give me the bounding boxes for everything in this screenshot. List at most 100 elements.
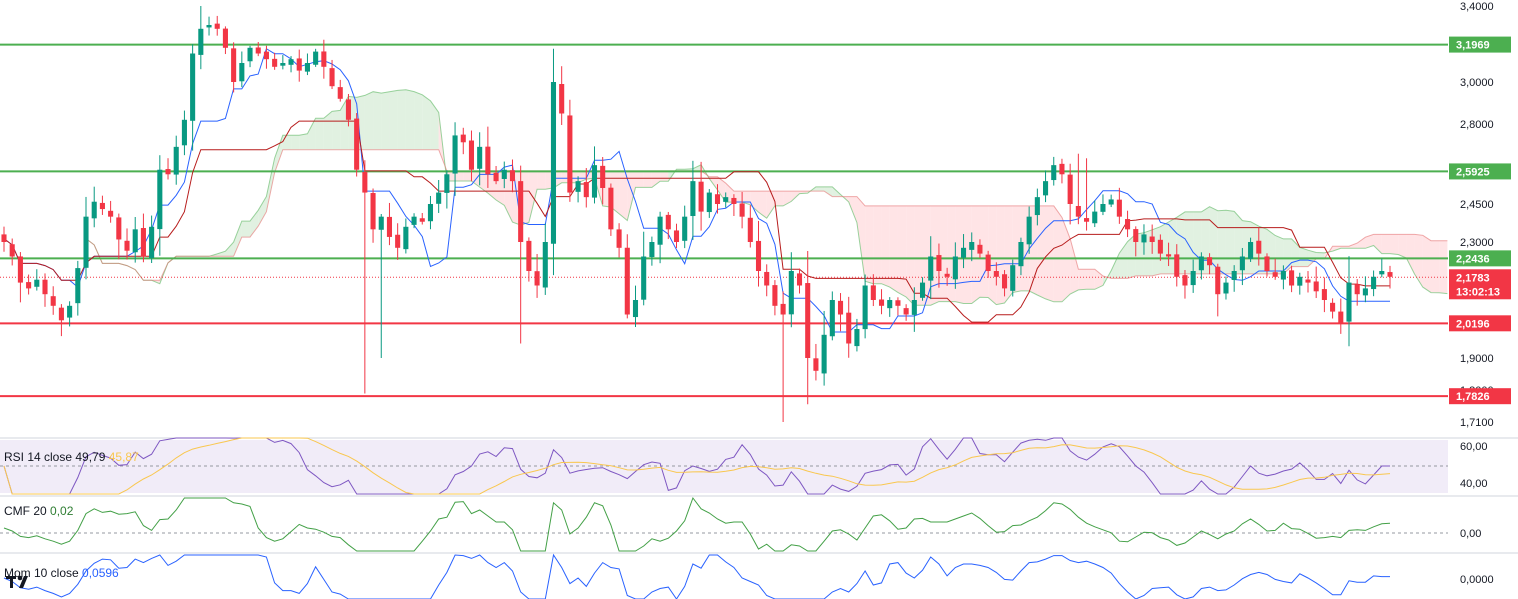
candle[interactable]	[190, 44, 196, 151]
candle[interactable]	[550, 48, 557, 276]
candle[interactable]	[887, 297, 893, 317]
candle[interactable]	[42, 273, 48, 307]
candle[interactable]	[296, 49, 302, 82]
candle[interactable]	[1297, 272, 1303, 295]
candle[interactable]	[50, 286, 56, 315]
candle[interactable]	[1362, 276, 1368, 303]
candle[interactable]	[624, 234, 630, 319]
candle[interactable]	[329, 59, 335, 90]
candle[interactable]	[772, 280, 778, 316]
candle[interactable]	[846, 296, 852, 358]
candle[interactable]	[796, 268, 803, 294]
candle[interactable]	[1330, 298, 1336, 319]
candle[interactable]	[83, 196, 89, 280]
candle[interactable]	[764, 264, 770, 297]
candle[interactable]	[632, 285, 639, 328]
candle[interactable]	[165, 158, 171, 180]
candle[interactable]	[444, 170, 450, 209]
candle[interactable]	[747, 205, 753, 248]
candle[interactable]	[1379, 258, 1385, 278]
candle[interactable]	[559, 66, 565, 125]
candle[interactable]	[132, 217, 138, 263]
candle[interactable]	[673, 223, 680, 249]
candle[interactable]	[657, 211, 663, 264]
candle[interactable]	[222, 26, 228, 55]
tradingview-logo-icon[interactable]	[6, 572, 36, 592]
candle[interactable]	[214, 15, 220, 36]
candle[interactable]	[591, 146, 598, 204]
candle[interactable]	[198, 6, 204, 70]
candle[interactable]	[1305, 271, 1311, 293]
candle[interactable]	[829, 291, 835, 341]
candle[interactable]	[1321, 277, 1327, 313]
candle[interactable]	[108, 200, 114, 223]
candle[interactable]	[665, 211, 671, 240]
candle[interactable]	[419, 212, 425, 225]
candle[interactable]	[1116, 187, 1122, 224]
candle[interactable]	[1215, 263, 1221, 317]
candle[interactable]	[140, 213, 146, 263]
candle[interactable]	[1100, 194, 1106, 216]
candle[interactable]	[1059, 158, 1065, 184]
candle[interactable]	[542, 223, 548, 295]
candle[interactable]	[452, 122, 458, 196]
candle[interactable]	[91, 186, 97, 228]
candle[interactable]	[378, 214, 384, 358]
candle[interactable]	[313, 48, 319, 67]
candle[interactable]	[272, 52, 278, 70]
candle[interactable]	[75, 260, 81, 316]
candle[interactable]	[1067, 163, 1073, 225]
candle[interactable]	[1092, 200, 1098, 228]
candle[interactable]	[706, 189, 712, 218]
candle[interactable]	[403, 218, 409, 254]
candle[interactable]	[9, 238, 15, 266]
price-axis[interactable]: 3,40003,00002,80002,45002,30001,90001,80…	[1448, 0, 1518, 599]
candle[interactable]	[370, 188, 376, 243]
candle[interactable]	[411, 213, 417, 229]
candle[interactable]	[755, 220, 762, 287]
candle[interactable]	[460, 127, 466, 155]
candle[interactable]	[181, 110, 187, 156]
candle[interactable]	[518, 165, 524, 344]
candle[interactable]	[821, 310, 827, 386]
candle[interactable]	[116, 213, 122, 260]
candle[interactable]	[17, 252, 23, 303]
candle[interactable]	[395, 223, 401, 260]
candle[interactable]	[263, 45, 269, 69]
candle[interactable]	[1346, 256, 1352, 347]
candle[interactable]	[1289, 265, 1295, 293]
candle[interactable]	[304, 53, 310, 76]
candle[interactable]	[1, 226, 7, 252]
candle[interactable]	[427, 195, 434, 230]
candle[interactable]	[34, 269, 40, 291]
candle[interactable]	[99, 195, 105, 215]
candle[interactable]	[436, 179, 442, 213]
candle[interactable]	[903, 304, 909, 321]
candle[interactable]	[149, 215, 155, 263]
candle[interactable]	[1387, 265, 1393, 289]
candle[interactable]	[1223, 276, 1229, 300]
candle[interactable]	[1371, 270, 1377, 297]
candle[interactable]	[780, 291, 786, 422]
candle[interactable]	[1043, 170, 1049, 203]
candle[interactable]	[608, 183, 614, 236]
candle[interactable]	[1313, 266, 1319, 299]
candle[interactable]	[1084, 158, 1090, 231]
candle[interactable]	[813, 343, 819, 381]
candle[interactable]	[1338, 298, 1344, 334]
candle[interactable]	[1125, 210, 1131, 238]
candle[interactable]	[1051, 156, 1057, 186]
candle[interactable]	[173, 135, 179, 185]
candle[interactable]	[878, 289, 885, 315]
candle[interactable]	[337, 79, 343, 102]
candle[interactable]	[526, 237, 532, 282]
candle[interactable]	[567, 99, 573, 202]
candle[interactable]	[1075, 153, 1081, 225]
price-chart[interactable]: 3,40003,00002,80002,45002,30001,90001,80…	[0, 0, 1518, 599]
candle[interactable]	[690, 160, 696, 240]
candle[interactable]	[386, 202, 392, 246]
candle[interactable]	[649, 236, 655, 266]
candle[interactable]	[1108, 194, 1114, 208]
candle[interactable]	[247, 45, 253, 68]
candle[interactable]	[682, 205, 688, 249]
